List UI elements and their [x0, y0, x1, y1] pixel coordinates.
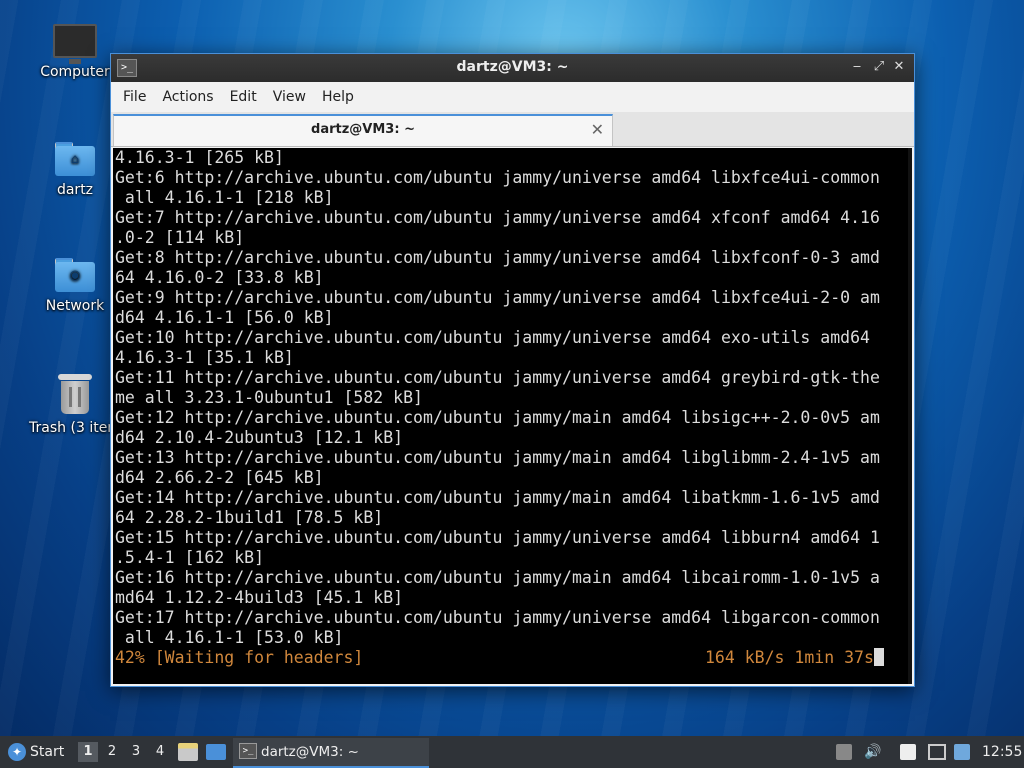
- menu-bar: File Actions Edit View Help: [111, 82, 914, 112]
- menu-file[interactable]: File: [115, 89, 154, 105]
- taskbar: ✦ Start 1 2 3 4 >_ dartz@VM3: ~ 🔊 12:55: [0, 736, 1024, 768]
- progress-status: 42% [Waiting for headers]: [115, 648, 364, 667]
- terminal-line: all 4.16.1-1 [218 kB]: [115, 188, 334, 207]
- terminal-line: .5.4-1 [162 kB]: [115, 548, 265, 567]
- start-menu-icon: ✦: [8, 743, 26, 761]
- menu-view[interactable]: View: [265, 89, 314, 105]
- terminal-line: 64 4.16.0-2 [33.8 kB]: [115, 268, 324, 287]
- minimize-button[interactable]: ‒: [848, 58, 866, 76]
- updates-icon[interactable]: [836, 744, 852, 760]
- desktop-icon[interactable]: [206, 744, 226, 760]
- taskbar-task-terminal[interactable]: >_ dartz@VM3: ~: [233, 738, 429, 768]
- terminal-line: Get:13 http://archive.ubuntu.com/ubuntu …: [115, 448, 880, 467]
- status-line: 42% [Waiting for headers] 164 kB/s 1min 3…: [115, 648, 912, 668]
- terminal-window[interactable]: >_ dartz@VM3: ~ ‒ ⤢ ✕ File Actions Edit …: [110, 53, 915, 687]
- terminal-line: Get:14 http://archive.ubuntu.com/ubuntu …: [115, 488, 880, 507]
- terminal-line: d64 4.16.1-1 [56.0 kB]: [115, 308, 334, 327]
- clock[interactable]: 12:55: [982, 736, 1022, 768]
- terminal-cursor: [873, 648, 884, 666]
- workspace-2[interactable]: 2: [102, 742, 122, 762]
- trash-icon: [58, 374, 92, 414]
- menu-actions[interactable]: Actions: [154, 89, 221, 105]
- start-button[interactable]: ✦ Start: [0, 736, 70, 768]
- terminal-line: 4.16.3-1 [35.1 kB]: [115, 348, 294, 367]
- download-rate: 164 kB/s 1min 37s: [705, 648, 874, 667]
- maximize-button[interactable]: ⤢: [870, 58, 888, 76]
- tab-strip: dartz@VM3: ~ ✕: [111, 112, 914, 147]
- terminal-line: .0-2 [114 kB]: [115, 228, 245, 247]
- task-label: dartz@VM3: ~: [261, 744, 359, 760]
- terminal-line: Get:17 http://archive.ubuntu.com/ubuntu …: [115, 608, 880, 627]
- terminal-line: all 4.16.1-1 [53.0 kB]: [115, 628, 344, 647]
- close-button[interactable]: ✕: [890, 58, 908, 76]
- terminal-line: Get:11 http://archive.ubuntu.com/ubuntu …: [115, 368, 880, 387]
- terminal-line: d64 2.10.4-2ubuntu3 [12.1 kB]: [115, 428, 404, 447]
- terminal-icon: >_: [239, 743, 257, 759]
- notification-icon[interactable]: [954, 744, 970, 760]
- terminal-line: d64 2.66.2-2 [645 kB]: [115, 468, 324, 487]
- window-titlebar[interactable]: >_ dartz@VM3: ~ ‒ ⤢ ✕: [111, 54, 914, 82]
- network-folder-icon: ◉: [55, 258, 95, 292]
- terminal-output[interactable]: 4.16.3-1 [265 kB] Get:6 http://archive.ub…: [113, 148, 912, 684]
- file-manager-icon[interactable]: [178, 743, 198, 761]
- clipboard-icon[interactable]: [900, 744, 916, 760]
- terminal-line: Get:9 http://archive.ubuntu.com/ubuntu j…: [115, 288, 880, 307]
- terminal-line: 4.16.3-1 [265 kB]: [115, 148, 284, 167]
- menu-edit[interactable]: Edit: [222, 89, 265, 105]
- terminal-line: Get:10 http://archive.ubuntu.com/ubuntu …: [115, 328, 870, 347]
- terminal-line: 64 2.28.2-1build1 [78.5 kB]: [115, 508, 384, 527]
- terminal-line: Get:15 http://archive.ubuntu.com/ubuntu …: [115, 528, 880, 547]
- workspace-1[interactable]: 1: [78, 742, 98, 762]
- menu-help[interactable]: Help: [314, 89, 362, 105]
- terminal-line: Get:6 http://archive.ubuntu.com/ubuntu j…: [115, 168, 880, 187]
- terminal-scrollbar[interactable]: [908, 148, 912, 684]
- network-status-icon[interactable]: [928, 744, 946, 760]
- terminal-line: Get:16 http://archive.ubuntu.com/ubuntu …: [115, 568, 880, 587]
- tab-terminal[interactable]: dartz@VM3: ~ ✕: [113, 114, 613, 146]
- tab-label: dartz@VM3: ~: [311, 122, 415, 137]
- terminal-lines: 4.16.3-1 [265 kB] Get:6 http://archive.ub…: [115, 148, 912, 648]
- workspace-4[interactable]: 4: [150, 742, 170, 762]
- volume-icon[interactable]: 🔊: [864, 744, 881, 760]
- tab-close-icon[interactable]: ✕: [591, 120, 604, 139]
- computer-icon: [53, 24, 97, 64]
- terminal-line: me all 3.23.1-0ubuntu1 [582 kB]: [115, 388, 423, 407]
- terminal-line: md64 1.12.2-4build3 [45.1 kB]: [115, 588, 404, 607]
- terminal-line: Get:8 http://archive.ubuntu.com/ubuntu j…: [115, 248, 880, 267]
- home-folder-icon: ⌂: [55, 142, 95, 176]
- window-title: dartz@VM3: ~: [456, 59, 569, 75]
- terminal-line: Get:12 http://archive.ubuntu.com/ubuntu …: [115, 408, 880, 427]
- workspace-3[interactable]: 3: [126, 742, 146, 762]
- start-label: Start: [30, 744, 65, 760]
- terminal-line: Get:7 http://archive.ubuntu.com/ubuntu j…: [115, 208, 880, 227]
